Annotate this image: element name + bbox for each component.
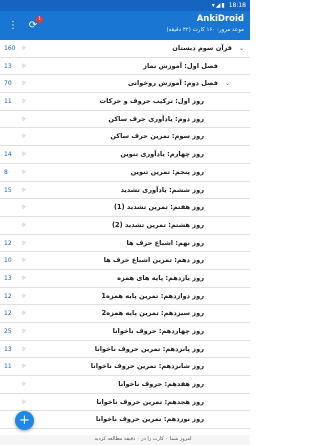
- deck-options-icon[interactable]: ☼: [21, 376, 26, 393]
- status-time: 18:18: [228, 2, 246, 9]
- deck-name: روز هشتم: تمرین تشدید (2): [112, 220, 204, 229]
- deck-options-icon[interactable]: ☼: [21, 164, 26, 181]
- deck-name: روز هفتم: تمرین تشدید (1): [114, 203, 204, 212]
- due-subtitle: موعد مرور: ۱۶۰ کارت (۳۲ دقیقه): [166, 27, 244, 33]
- expand-collapse-icon[interactable]: ⌄: [239, 40, 244, 57]
- deck-due-count: 13: [4, 274, 12, 282]
- deck-row[interactable]: ☼ روز سوم: تمرین حرف ساکن: [0, 128, 250, 147]
- deck-options-icon[interactable]: ☼: [21, 394, 26, 411]
- deck-name: روز ششم: یادآوری تشدید: [120, 185, 204, 194]
- deck-name: قرآن سوم دبستان: [172, 44, 232, 52]
- status-bar: ▾◢▮ 18:18: [0, 0, 250, 11]
- deck-options-icon[interactable]: ☼: [21, 288, 26, 305]
- deck-row[interactable]: 13 ☼ فصل اول: آموزش نماز: [0, 58, 250, 76]
- deck-row[interactable]: ☼ روز هفدهم: حروف ناخوانا: [0, 376, 250, 394]
- deck-row[interactable]: ☼روز نوزدهم: تمرین حروف ناخوانا: [0, 411, 250, 430]
- deck-name: روز نهم: اشباع حرف ها: [126, 238, 205, 247]
- deck-name: روز پانزدهم: تمرین حروف ناخوانا: [94, 344, 204, 353]
- deck-options-icon[interactable]: ☼: [21, 270, 26, 287]
- deck-row[interactable]: 13 ☼ روز یازدهم: پایه های همزه: [0, 270, 250, 288]
- deck-row[interactable]: 70 ☼ ⌄ فصل دوم: آموزش روخوانی: [0, 75, 250, 94]
- deck-options-icon[interactable]: ☼: [21, 75, 26, 92]
- deck-name: روز سوم: تمرین حرف ساکن: [110, 132, 204, 141]
- app-title: AnkiDroid: [196, 14, 244, 24]
- deck-due-count: 25: [4, 328, 12, 335]
- deck-options-icon[interactable]: ☼: [21, 93, 26, 110]
- deck-options-icon[interactable]: ☼: [21, 146, 26, 163]
- deck-due-count: 14: [4, 151, 12, 159]
- deck-options-icon[interactable]: ☼: [21, 341, 26, 358]
- deck-row[interactable]: 11 ☼ روز اول: ترکیب حروف و حرکات: [0, 93, 250, 111]
- deck-row[interactable]: ☼ روز هفتم: تمرین تشدید (1): [0, 199, 250, 217]
- deck-options-icon[interactable]: ☼: [21, 323, 26, 340]
- deck-name: روز پنجم: تمرین تنوین: [130, 167, 204, 176]
- deck-options-icon[interactable]: ☼: [21, 58, 26, 75]
- deck-due-count: 12: [4, 292, 12, 300]
- deck-row[interactable]: 25 ☼ روز چهاردهم: حروف ناخوانا: [0, 323, 250, 341]
- deck-list: 160 ☼ ⌄ قرآن سوم دبستان 13 ☼ فصل اول: آموزش نم…: [0, 40, 250, 435]
- app-bar: ⋮ ⟳ 1 AnkiDroid موعد مرور: ۱۶۰ کارت (۳۲ د…: [0, 11, 250, 40]
- deck-name: روز هجدهم: تمرین حروف ناخوانا: [96, 397, 204, 406]
- deck-row[interactable]: ☼ روز دوم: یادآوری حرف ساکن: [0, 111, 250, 129]
- deck-row[interactable]: 8 ☼ روز پنجم: تمرین تنوین: [0, 164, 250, 182]
- deck-row[interactable]: ☼ روز هجدهم: تمرین حروف ناخوانا: [0, 394, 250, 412]
- sync-icon[interactable]: ⟳ 1: [26, 16, 43, 32]
- deck-options-icon[interactable]: ☼: [21, 199, 26, 216]
- deck-options-icon[interactable]: ☼: [21, 128, 26, 145]
- deck-due-count: 11: [4, 98, 12, 106]
- deck-due-count: 12: [4, 310, 12, 318]
- deck-due-count: 12: [4, 239, 12, 247]
- deck-due-count: 13: [4, 345, 12, 353]
- deck-options-icon[interactable]: ☼: [21, 358, 26, 375]
- deck-name: روز دوازدهم: تمرین پایه همزه1: [101, 291, 204, 300]
- deck-options-icon[interactable]: ☼: [21, 40, 26, 57]
- deck-row[interactable]: 14 ☼ روز چهارم: یادآوری تنوین: [0, 146, 250, 164]
- deck-options-icon[interactable]: ☼: [21, 305, 26, 322]
- deck-due-count: 10: [4, 257, 12, 265]
- deck-row[interactable]: 10 ☼ روز دهم: تمرین اشباع حرف ها: [0, 252, 250, 270]
- deck-name: فصل دوم: آموزش روخوانی: [127, 79, 218, 88]
- deck-name: فصل اول: آموزش نماز: [143, 61, 218, 70]
- deck-name: روز چهاردهم: حروف ناخوانا: [112, 327, 204, 335]
- deck-due-count: 15: [4, 186, 12, 194]
- deck-row[interactable]: 15 ☼ روز ششم: یادآوری تشدید: [0, 182, 250, 200]
- deck-name: روز دهم: تمرین اشباع حرف ها: [103, 256, 204, 265]
- deck-options-icon[interactable]: ☼: [21, 235, 26, 252]
- deck-row[interactable]: 160 ☼ ⌄ قرآن سوم دبستان: [0, 40, 250, 58]
- deck-options-icon[interactable]: ☼: [21, 217, 26, 234]
- deck-row[interactable]: ☼ روز هشتم: تمرین تشدید (2): [0, 217, 250, 235]
- deck-due-count: 11: [4, 363, 12, 371]
- deck-name: روز چهارم: یادآوری تنوین: [120, 150, 204, 159]
- deck-name: روز یازدهم: پایه های همزه: [117, 273, 204, 282]
- sync-badge: 1: [36, 16, 43, 23]
- deck-name: روز هفدهم: حروف ناخوانا: [118, 380, 204, 389]
- add-button[interactable]: +: [15, 411, 34, 430]
- more-vert-icon[interactable]: ⋮: [6, 18, 20, 32]
- expand-collapse-icon[interactable]: ⌄: [225, 75, 230, 92]
- deck-options-icon[interactable]: ☼: [21, 182, 26, 199]
- deck-name: روز سیزدهم: تمرین پایه همزه2: [101, 309, 204, 318]
- deck-due-count: 160: [4, 45, 16, 52]
- deck-due-count: 13: [4, 62, 12, 70]
- deck-name: روز اول: ترکیب حروف و حرکات: [99, 97, 204, 106]
- deck-row[interactable]: 12 ☼ روز دوازدهم: تمرین پایه همزه1: [0, 288, 250, 306]
- deck-row[interactable]: 12 ☼ روز سیزدهم: تمرین پایه همزه2: [0, 305, 250, 323]
- deck-options-icon[interactable]: ☼: [21, 252, 26, 269]
- deck-name: روز شانزدهم: تمرین حروف ناخوانا: [90, 362, 204, 371]
- study-summary: امروز شما ۰ کارت را در ۰ دقیقه مطالعه کر…: [94, 436, 192, 442]
- deck-row[interactable]: 12 ☼ روز نهم: اشباع حرف ها: [0, 235, 250, 253]
- deck-due-count: 70: [4, 80, 12, 88]
- deck-name: روز دوم: یادآوری حرف ساکن: [108, 114, 204, 123]
- deck-options-icon[interactable]: ☼: [21, 111, 26, 128]
- deck-row[interactable]: 13 ☼ روز پانزدهم: تمرین حروف ناخوانا: [0, 341, 250, 359]
- deck-row[interactable]: 11 ☼ روز شانزدهم: تمرین حروف ناخوانا: [0, 358, 250, 377]
- deck-due-count: 8: [4, 168, 8, 176]
- status-icons: ▾◢▮: [211, 2, 226, 9]
- deck-name: روز نوزدهم: تمرین حروف ناخوانا: [95, 415, 204, 424]
